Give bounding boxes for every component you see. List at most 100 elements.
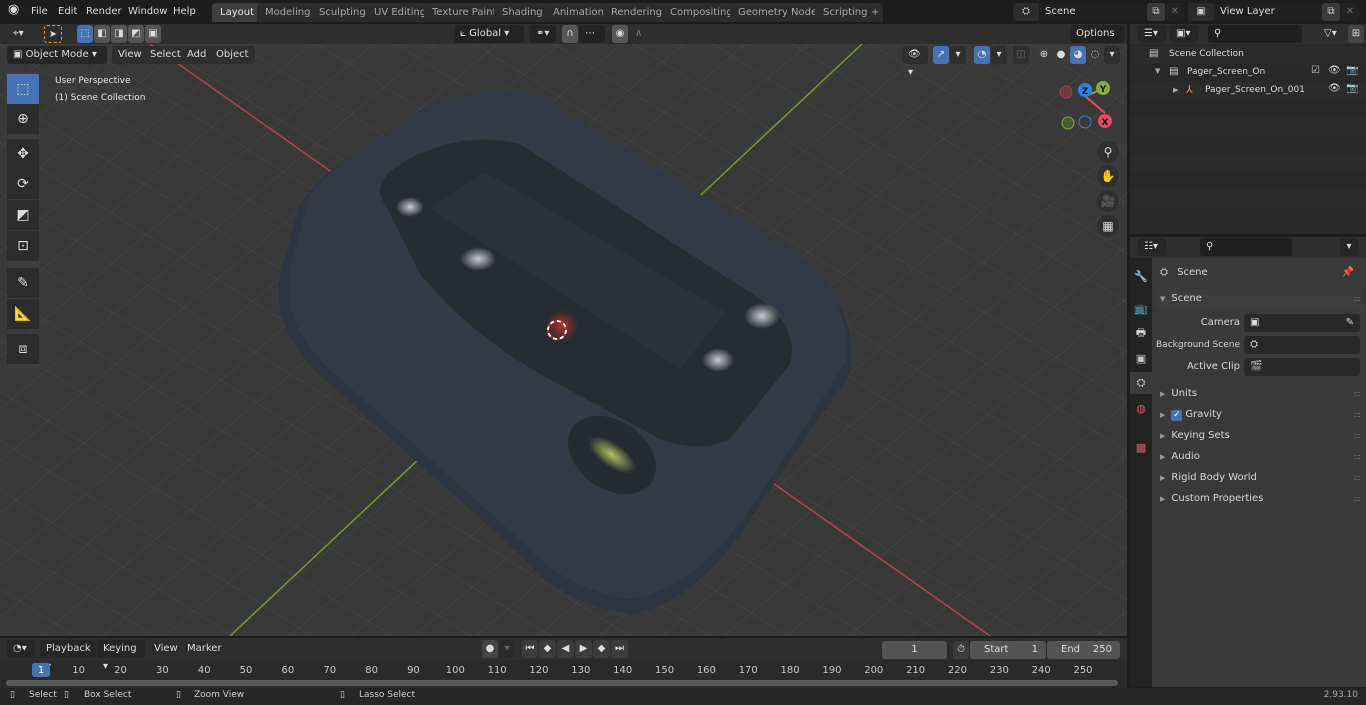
- prev-keyframe-icon[interactable]: ◆: [539, 640, 556, 658]
- proportional-falloff-icon[interactable]: ∧: [629, 25, 655, 43]
- blender-logo-icon[interactable]: ◉: [8, 2, 19, 18]
- pivot-point-icon[interactable]: ⚭▾: [530, 25, 556, 43]
- active-clip-field[interactable]: 🎬: [1244, 358, 1360, 376]
- record-icon[interactable]: ●: [482, 640, 498, 658]
- properties-editor-type-icon[interactable]: ☷▾: [1138, 238, 1166, 256]
- gizmo-toggle-icon[interactable]: ↗: [933, 46, 949, 64]
- pin-icon[interactable]: 📌: [1342, 263, 1354, 283]
- eyedropper-icon[interactable]: ✎: [1346, 314, 1354, 332]
- navigation-gizmo[interactable]: Z Y X: [1055, 76, 1120, 136]
- tool-select-box-icon[interactable]: ⬚: [7, 74, 39, 104]
- expand-arrow-icon[interactable]: ▶: [1173, 86, 1178, 94]
- end-frame-field[interactable]: End 250: [1047, 641, 1120, 659]
- select-mode-subtract-icon[interactable]: ◨: [111, 25, 127, 43]
- snap-toggle-icon[interactable]: ∩: [562, 25, 578, 43]
- tab-rendering[interactable]: Rendering: [603, 3, 671, 22]
- add-workspace-button[interactable]: +: [867, 3, 884, 22]
- panel-audio[interactable]: ▶ Audio::::: [1156, 447, 1362, 467]
- visibility-eye-icon[interactable]: 👁: [1328, 65, 1341, 76]
- timeline-menu-marker[interactable]: Marker: [181, 640, 228, 658]
- menu-object[interactable]: Object: [210, 46, 255, 64]
- playback-dropdown[interactable]: Playback ▾: [40, 640, 96, 672]
- outliner-search-input[interactable]: ⚲: [1208, 25, 1302, 43]
- outliner-editor-type-icon[interactable]: ☰▾: [1138, 25, 1166, 43]
- perspective-toggle-icon[interactable]: ▦: [1097, 215, 1119, 237]
- tool-cursor-icon[interactable]: ⊕: [7, 104, 39, 134]
- timeline-editor-type-icon[interactable]: ◔▾: [7, 640, 35, 658]
- tool-select-icon[interactable]: ➤: [44, 25, 62, 43]
- keying-dropdown[interactable]: Keying ▾: [97, 640, 145, 672]
- panel-gravity[interactable]: ▶ ✓ Gravity::::: [1156, 405, 1362, 425]
- exclude-checkbox[interactable]: ☑: [1311, 65, 1320, 76]
- drag-grip-icon[interactable]: ::::: [1353, 289, 1361, 309]
- shading-rendered-icon[interactable]: ◌: [1087, 46, 1103, 64]
- timeline-menu-view[interactable]: View: [148, 640, 184, 658]
- proportional-edit-icon[interactable]: ◉: [612, 25, 628, 43]
- new-scene-icon[interactable]: ⧉: [1147, 3, 1165, 21]
- options-dropdown[interactable]: Options ▾: [1070, 25, 1124, 57]
- tool-transform-icon[interactable]: ⊡: [7, 231, 39, 261]
- next-keyframe-icon[interactable]: ◆: [593, 640, 610, 658]
- jump-start-icon[interactable]: ⏮: [522, 640, 538, 658]
- panel-keying-sets[interactable]: ▶ Keying Sets::::: [1156, 426, 1362, 446]
- tool-scale-icon[interactable]: ◩: [7, 200, 39, 230]
- menu-window[interactable]: Window: [128, 4, 167, 20]
- select-mode-extend-icon[interactable]: ◧: [94, 25, 110, 43]
- camera-field[interactable]: ▣ ✎: [1244, 314, 1360, 332]
- snap-target-icon[interactable]: ⋯▾: [579, 25, 605, 57]
- properties-search-input[interactable]: ⚲: [1200, 238, 1292, 256]
- pan-view-icon[interactable]: ✋: [1097, 165, 1119, 187]
- overlay-dropdown-icon[interactable]: ▾: [991, 46, 1007, 64]
- overlay-toggle-icon[interactable]: ◔: [974, 46, 990, 64]
- tool-annotate-icon[interactable]: ✎: [7, 268, 39, 298]
- 3d-viewport[interactable]: User Perspective (1) Scene Collection ⬚ …: [0, 44, 1127, 636]
- outliner-row-collection[interactable]: ▼ ▤ Pager_Screen_On ☑ 👁 📷: [1130, 64, 1366, 82]
- tab-compositing[interactable]: Compositing: [662, 3, 741, 22]
- zoom-view-icon[interactable]: ⚲: [1097, 141, 1119, 163]
- scene-name-field[interactable]: Scene: [1039, 3, 1147, 21]
- outliner-row-scene-collection[interactable]: ▤ Scene Collection: [1130, 46, 1366, 64]
- xray-toggle-icon[interactable]: ◫: [1013, 46, 1029, 64]
- tab-texture-paint[interactable]: Texture Paint: [424, 3, 505, 22]
- viewport-canvas[interactable]: [0, 44, 1127, 636]
- shading-wireframe-icon[interactable]: ⊕: [1036, 46, 1052, 64]
- tab-world-icon[interactable]: ◍: [1130, 397, 1152, 419]
- new-view-layer-icon[interactable]: ⧉: [1322, 3, 1340, 21]
- record-options-icon[interactable]: ▾: [499, 640, 515, 658]
- menu-file[interactable]: File: [31, 4, 48, 20]
- scene-browse-icon[interactable]: ⛭: [1013, 3, 1039, 21]
- visibility-dropdown-icon[interactable]: 👁▾: [902, 46, 928, 78]
- select-mode-intersect-icon[interactable]: ▣: [145, 25, 161, 43]
- tab-modeling[interactable]: Modeling: [257, 3, 319, 22]
- jump-end-icon[interactable]: ⏭: [611, 640, 628, 658]
- transform-orientation-dropdown[interactable]: ⟀ Global ▾: [454, 25, 524, 43]
- tool-add-cube-icon[interactable]: ⧈: [7, 334, 39, 364]
- select-mode-invert-icon[interactable]: ◩: [128, 25, 144, 43]
- gizmo-dropdown-icon[interactable]: ▾: [950, 46, 966, 64]
- render-camera-icon[interactable]: 📷: [1346, 83, 1358, 94]
- tab-view-layer-icon[interactable]: ▣: [1130, 347, 1152, 369]
- tab-scene-icon[interactable]: ⛭: [1130, 372, 1152, 394]
- camera-view-icon[interactable]: 🎥: [1097, 190, 1119, 212]
- outliner-row-object[interactable]: ▶ ⅄ Pager_Screen_On_001 👁 📷: [1130, 82, 1366, 100]
- tab-render-icon[interactable]: 📺: [1130, 297, 1152, 319]
- properties-options-icon[interactable]: ▾: [1340, 238, 1358, 256]
- menu-edit[interactable]: Edit: [58, 4, 77, 20]
- editor-type-icon[interactable]: ⌖▾: [7, 25, 35, 43]
- select-mode-new-icon[interactable]: ⬚: [77, 25, 93, 43]
- menu-render[interactable]: Render: [86, 4, 122, 20]
- display-mode-icon[interactable]: ▣▾: [1170, 25, 1198, 43]
- view-layer-name-field[interactable]: View Layer: [1214, 3, 1322, 21]
- shading-dropdown-icon[interactable]: ▾: [1104, 46, 1120, 64]
- start-frame-field[interactable]: Start 1: [970, 641, 1046, 659]
- background-scene-field[interactable]: ⛭: [1244, 336, 1360, 354]
- shading-solid-icon[interactable]: ●: [1053, 46, 1069, 64]
- panel-custom-properties[interactable]: ▶ Custom Properties::::: [1156, 489, 1362, 509]
- delete-view-layer-icon[interactable]: ✕: [1341, 3, 1359, 21]
- current-frame-field[interactable]: 1: [882, 641, 947, 659]
- visibility-eye-icon[interactable]: 👁: [1328, 83, 1341, 94]
- mode-dropdown[interactable]: ▣ Object Mode ▾: [7, 46, 107, 64]
- tab-tool-icon[interactable]: 🔧: [1130, 265, 1152, 287]
- tool-rotate-icon[interactable]: ⟳: [7, 169, 39, 199]
- filter-icon[interactable]: ▽▾: [1318, 25, 1346, 43]
